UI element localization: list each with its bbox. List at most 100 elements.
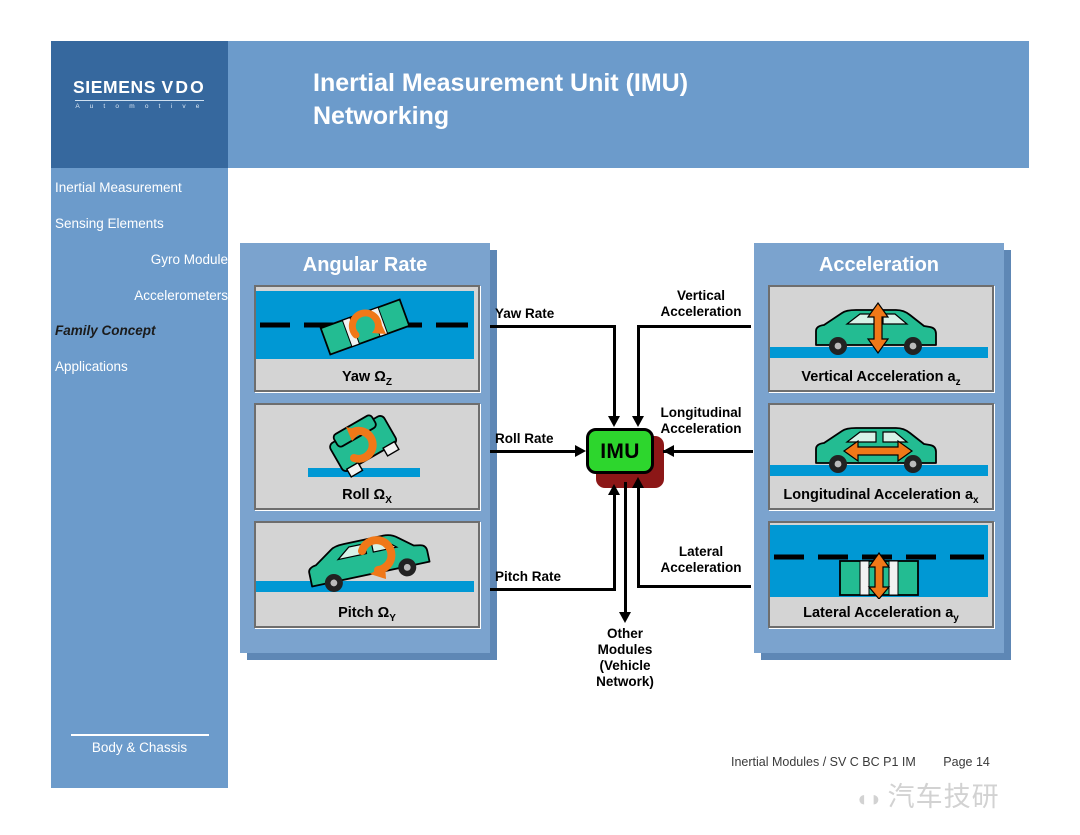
- label-other-modules-line1: Other: [606, 626, 643, 641]
- label-vertical-acceleration: Vertical Acceleration: [648, 288, 754, 320]
- connector-longitudinal-acceleration-horizontal: [663, 450, 753, 453]
- group-acceleration-shadow-right: [1004, 250, 1011, 660]
- sidebar-item-sensing-elements[interactable]: Sensing Elements: [51, 216, 232, 231]
- card-roll-subscript: X: [385, 495, 392, 506]
- brand-tagline: A u t o m o t i v e: [75, 102, 204, 110]
- card-pitch-symbol: Ω: [377, 605, 390, 622]
- card-lateral-acceleration-subscript: y: [953, 613, 959, 624]
- connector-yaw-rate-horizontal: [490, 325, 616, 328]
- connector-roll-rate-horizontal: [490, 450, 576, 453]
- brand-name: SIEMENS VDO: [51, 77, 228, 97]
- card-yaw-art: [256, 287, 478, 363]
- card-lateral-acceleration-caption: Lateral Acceleration ay: [770, 605, 992, 624]
- card-roll-caption: Roll ΩX: [256, 487, 478, 506]
- card-longitudinal-acceleration[interactable]: Longitudinal Acceleration ax: [768, 403, 994, 510]
- card-pitch-art: [256, 523, 478, 599]
- sidebar-item-gyro-module[interactable]: Gyro Module: [51, 252, 242, 267]
- label-longitudinal-acceleration-line1: Longitudinal: [660, 405, 742, 420]
- sidebar: Inertial Measurement Sensing Elements Gy…: [51, 168, 228, 788]
- card-roll-caption-text: Roll: [342, 487, 374, 504]
- label-other-modules-line2: Modules: [597, 642, 653, 657]
- card-roll-symbol: Ω: [373, 487, 386, 504]
- connector-pitch-rate-arrowhead: [608, 484, 620, 495]
- label-other-modules: Other Modules (Vehicle Network): [570, 626, 680, 690]
- card-yaw[interactable]: Yaw ΩZ: [254, 285, 480, 392]
- sidebar-item-family-concept[interactable]: Family Concept: [51, 323, 232, 338]
- label-yaw-rate: Yaw Rate: [495, 306, 555, 321]
- card-vertical-acceleration-subscript: z: [955, 377, 961, 388]
- connector-lateral-acceleration-horizontal: [637, 585, 751, 588]
- watermark-bubble-icon: ◖◗: [855, 786, 884, 811]
- connector-lateral-acceleration-vertical: [637, 482, 640, 588]
- watermark: ◖◗ 汽车技研: [855, 775, 1000, 814]
- card-yaw-caption: Yaw ΩZ: [256, 369, 478, 388]
- connector-vertical-acceleration-horizontal: [637, 325, 751, 328]
- sidebar-item-accelerometers[interactable]: Accelerometers: [51, 288, 242, 303]
- sidebar-item-inertial-measurement[interactable]: Inertial Measurement: [51, 180, 232, 195]
- footer-document: Inertial Modules / SV C BC P1 IM: [731, 755, 916, 769]
- connector-lateral-acceleration-arrowhead: [632, 477, 644, 488]
- card-vertical-acceleration-art: [770, 287, 992, 363]
- label-vertical-acceleration-line1: Vertical: [676, 288, 726, 303]
- page-title: Inertial Measurement Unit (IMU) Networki…: [313, 67, 1013, 133]
- connector-other-modules-vertical: [624, 482, 627, 614]
- brand-name-vdo: VDO: [161, 77, 206, 97]
- imu-node[interactable]: IMU: [586, 428, 654, 474]
- card-pitch-caption-text: Pitch: [338, 605, 378, 622]
- pitch-illustration: [256, 523, 474, 599]
- brand-logo-panel: SIEMENS VDO A u t o m o t i v e: [51, 41, 228, 168]
- footer-page-number: Page 14: [943, 755, 990, 769]
- group-acceleration: Acceleration Vertical Acceleration az Lo…: [754, 243, 1011, 660]
- brand-logo: SIEMENS VDO A u t o m o t i v e: [51, 77, 228, 110]
- label-pitch-rate: Pitch Rate: [495, 569, 562, 584]
- card-roll-art: [256, 405, 478, 481]
- group-angular-rate-shadow-bottom: [247, 653, 497, 660]
- card-longitudinal-acceleration-caption: Longitudinal Acceleration ax: [770, 487, 992, 506]
- card-yaw-symbol: Ω: [374, 369, 386, 386]
- brand-rule: [75, 99, 204, 101]
- card-vertical-acceleration-caption: Vertical Acceleration az: [770, 369, 992, 388]
- card-vertical-acceleration[interactable]: Vertical Acceleration az: [768, 285, 994, 392]
- connector-other-modules-arrowhead: [619, 612, 631, 623]
- connector-roll-rate-arrowhead: [575, 445, 586, 457]
- connector-longitudinal-acceleration-arrowhead: [663, 445, 674, 457]
- connector-yaw-rate-vertical: [613, 325, 616, 418]
- card-lateral-acceleration[interactable]: Lateral Acceleration ay: [768, 521, 994, 628]
- footer: Inertial Modules / SV C BC P1 IM Page 14: [731, 755, 990, 769]
- sidebar-divider: [71, 734, 209, 736]
- card-lateral-acceleration-caption-text: Lateral Acceleration a: [803, 605, 954, 622]
- yaw-illustration: [256, 291, 474, 359]
- card-roll[interactable]: Roll ΩX: [254, 403, 480, 510]
- group-acceleration-shadow-bottom: [761, 653, 1011, 660]
- connector-pitch-rate-vertical: [613, 495, 616, 591]
- lateral-acceleration-illustration: [770, 525, 988, 599]
- card-longitudinal-acceleration-subscript: x: [973, 495, 979, 506]
- roll-illustration: [256, 405, 474, 481]
- group-angular-rate: Angular Rate Yaw ΩZ Roll ΩX Pitch ΩY: [240, 243, 497, 660]
- card-pitch-caption: Pitch ΩY: [256, 605, 478, 624]
- connector-vertical-acceleration-arrowhead: [632, 416, 644, 427]
- sidebar-item-applications[interactable]: Applications: [51, 359, 232, 374]
- vertical-acceleration-illustration: [770, 287, 988, 363]
- group-acceleration-title: Acceleration: [818, 254, 940, 276]
- card-yaw-subscript: Z: [385, 377, 392, 388]
- group-angular-rate-title: Angular Rate: [302, 254, 428, 276]
- card-vertical-acceleration-caption-text: Vertical Acceleration a: [801, 369, 956, 386]
- label-roll-rate: Roll Rate: [495, 431, 554, 446]
- slide-canvas: SIEMENS VDO A u t o m o t i v e Inertial…: [0, 0, 1080, 835]
- label-lateral-acceleration-line2: Acceleration: [660, 560, 742, 575]
- label-longitudinal-acceleration-line2: Acceleration: [660, 421, 742, 436]
- card-pitch[interactable]: Pitch ΩY: [254, 521, 480, 628]
- page-title-line2: Networking: [313, 102, 450, 130]
- watermark-text: 汽车技研: [887, 782, 1000, 812]
- card-lateral-acceleration-art: [770, 523, 992, 599]
- card-pitch-subscript: Y: [389, 613, 396, 624]
- page-title-line1: Inertial Measurement Unit (IMU): [313, 69, 689, 97]
- card-yaw-caption-text: Yaw: [342, 369, 375, 386]
- title-bar: Inertial Measurement Unit (IMU) Networki…: [228, 41, 1029, 168]
- label-other-modules-line3: (Vehicle: [599, 658, 651, 673]
- card-longitudinal-acceleration-art: [770, 405, 992, 481]
- connector-vertical-acceleration-vertical: [637, 325, 640, 419]
- card-longitudinal-acceleration-caption-text: Longitudinal Acceleration a: [783, 487, 974, 504]
- brand-name-siemens: SIEMENS: [73, 77, 156, 97]
